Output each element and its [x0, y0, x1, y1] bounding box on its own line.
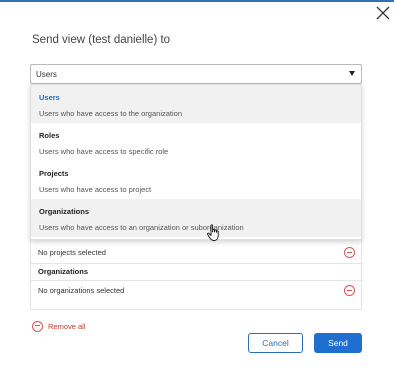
row-divider	[31, 263, 363, 264]
selected-recipients-panel: No projects selected Organizations No or…	[30, 236, 363, 310]
remove-circle-icon[interactable]	[344, 247, 355, 258]
remove-circle-icon[interactable]	[344, 285, 355, 296]
organizations-empty-row: No organizations selected	[31, 282, 363, 299]
dropdown-option-roles[interactable]: Roles Users who have access to specific …	[31, 123, 361, 161]
option-label: Roles	[39, 131, 60, 140]
option-description: Users who have access to specific role	[39, 147, 169, 156]
option-label: Projects	[39, 169, 69, 178]
recipient-type-dropdown: Users Users who have access to the organ…	[30, 84, 362, 240]
option-description: Users who have access to an organization…	[39, 223, 244, 232]
dropdown-option-organizations[interactable]: Organizations Users who have access to a…	[31, 199, 361, 237]
row-divider	[31, 280, 363, 281]
dialog-title: Send view (test danielle) to	[32, 34, 171, 46]
dialog-top-border	[0, 0, 394, 2]
option-description: Users who have access to project	[39, 185, 152, 194]
recipient-type-select-value: Users	[36, 70, 57, 79]
remove-circle-icon	[32, 320, 43, 332]
option-label: Users	[39, 93, 60, 102]
hand-pointer-icon	[207, 224, 219, 241]
option-description: Users who have access to the organizatio…	[39, 109, 182, 118]
organizations-heading: Organizations	[38, 267, 89, 276]
organizations-empty-text: No organizations selected	[38, 286, 125, 295]
send-button[interactable]: Send	[314, 333, 362, 353]
dropdown-option-projects[interactable]: Projects Users who have access to projec…	[31, 161, 361, 199]
option-label: Organizations	[39, 207, 90, 216]
dropdown-option-users[interactable]: Users Users who have access to the organ…	[31, 85, 361, 123]
chevron-down-icon	[349, 71, 355, 76]
remove-all-label: Remove all	[48, 321, 86, 331]
projects-empty-text: No projects selected	[38, 248, 106, 257]
projects-empty-row: No projects selected	[31, 244, 363, 261]
cancel-button[interactable]: Cancel	[248, 333, 303, 353]
remove-all-button[interactable]: Remove all	[32, 320, 86, 332]
close-icon[interactable]	[375, 5, 391, 21]
recipient-type-select[interactable]: Users	[30, 64, 362, 84]
